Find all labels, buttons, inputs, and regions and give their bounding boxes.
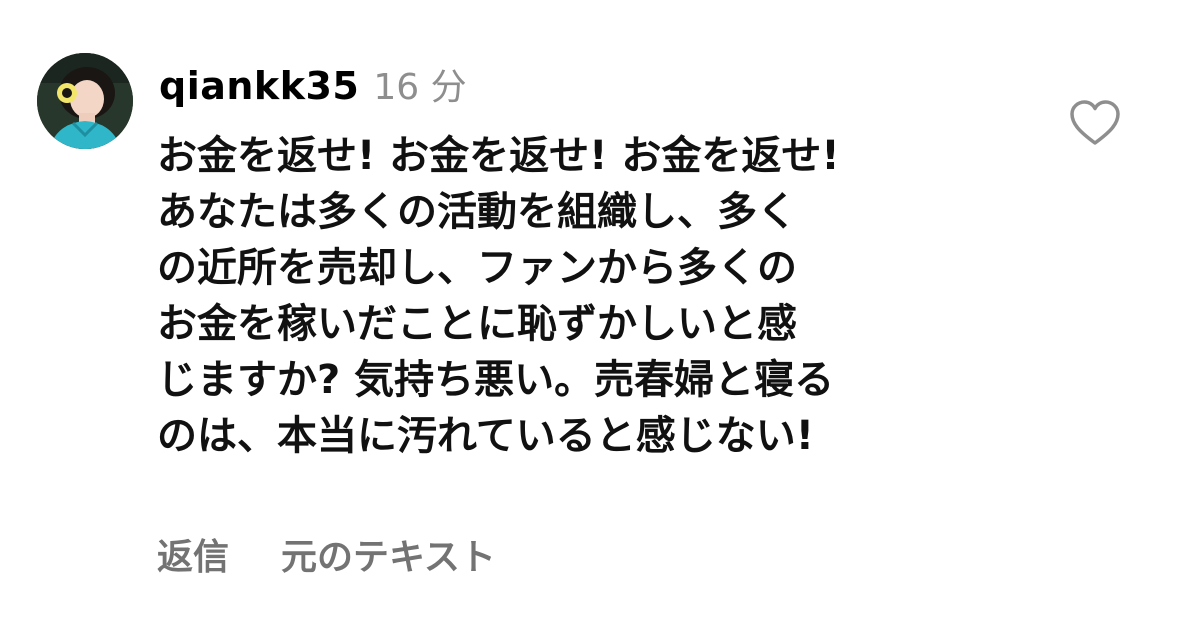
heart-outline-icon bbox=[1070, 100, 1120, 145]
comment-header: qiankk35 16 分 bbox=[159, 58, 467, 108]
timestamp: 16 分 bbox=[373, 67, 467, 108]
comment: qiankk35 16 分 お金を返せ! お金を返せ! お金を返せ! あなたは多… bbox=[0, 0, 1179, 624]
avatar-photo bbox=[37, 53, 133, 149]
comment-actions: 返信 元のテキスト bbox=[157, 528, 496, 580]
username[interactable]: qiankk35 bbox=[159, 64, 359, 108]
reply-button[interactable]: 返信 bbox=[157, 528, 229, 580]
avatar[interactable] bbox=[37, 53, 133, 149]
see-original-button[interactable]: 元のテキスト bbox=[281, 528, 496, 580]
comment-text: お金を返せ! お金を返せ! お金を返せ! あなたは多くの活動を組織し、多く の近… bbox=[157, 133, 840, 459]
like-button[interactable] bbox=[1068, 98, 1122, 148]
